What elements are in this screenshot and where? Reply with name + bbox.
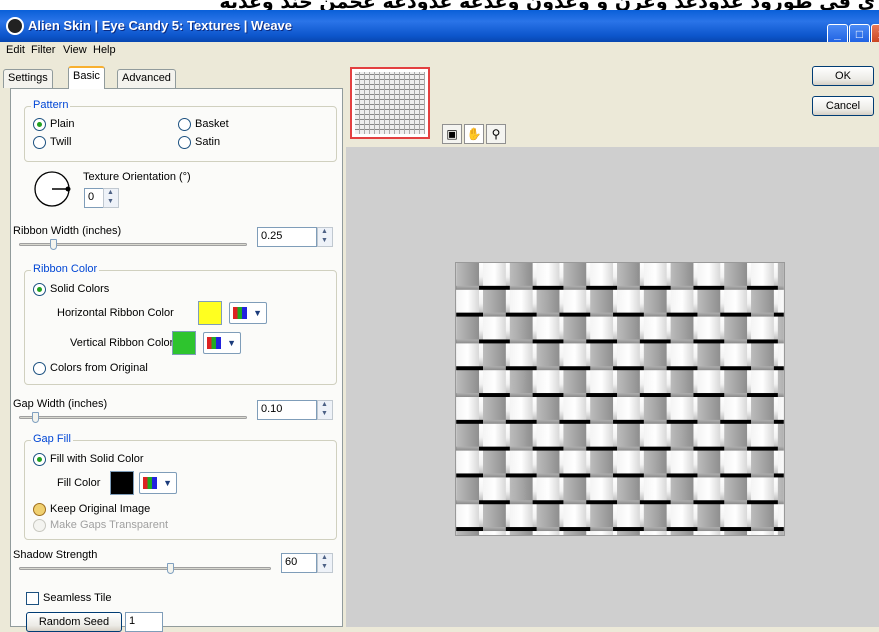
- fill-color-swatch[interactable]: [110, 471, 134, 495]
- shadow-strength-slider[interactable]: [19, 567, 271, 570]
- ribbon-color-group-label: Ribbon Color: [31, 263, 100, 275]
- gap-fill-group: Gap Fill Fill with Solid Color Fill Colo…: [24, 433, 337, 540]
- orientation-spinner[interactable]: [103, 188, 119, 208]
- shadow-strength-spinner[interactable]: [317, 553, 333, 573]
- ok-button[interactable]: OK: [812, 66, 874, 86]
- gap-width-slider[interactable]: [19, 416, 247, 419]
- palette-icon: [143, 477, 157, 489]
- vertical-color-picker-button[interactable]: ▼: [203, 332, 241, 354]
- chevron-down-icon: ▼: [227, 338, 236, 348]
- page-banner-text: ي في طورود عدودعد وعرن و وعدون وعدعه عدو…: [0, 0, 879, 10]
- menu-bar: Edit Filter View Help: [0, 42, 879, 60]
- pattern-twill-label: Twill: [50, 136, 72, 148]
- pattern-satin-radio[interactable]: [178, 136, 191, 149]
- window-title: Alien Skin | Eye Candy 5: Textures | Wea…: [28, 18, 293, 33]
- palette-icon: [233, 307, 247, 319]
- make-gaps-transparent-radio[interactable]: [33, 519, 46, 532]
- gap-width-label: Gap Width (inches): [13, 398, 108, 410]
- vertical-ribbon-color-label: Vertical Ribbon Color: [70, 337, 174, 349]
- preview-area: ▣ ✋ ⚲ OK Cancel: [346, 60, 879, 627]
- horizontal-ribbon-color-label: Horizontal Ribbon Color: [57, 307, 174, 319]
- gap-fill-group-label: Gap Fill: [31, 433, 73, 445]
- navigator-icon[interactable]: ▣: [442, 124, 462, 144]
- settings-panel: Settings Basic Advanced Pattern Plain Ba…: [0, 60, 346, 632]
- pattern-plain-label: Plain: [50, 118, 75, 130]
- chevron-down-icon: ▼: [253, 308, 262, 318]
- pattern-basket-label: Basket: [195, 118, 229, 130]
- horizontal-color-picker-button[interactable]: ▼: [229, 302, 267, 324]
- pattern-group: Pattern Plain Basket Twill Satin: [24, 99, 337, 162]
- random-seed-button[interactable]: Random Seed: [26, 612, 122, 632]
- ribbon-width-slider-thumb[interactable]: [50, 239, 58, 250]
- cancel-button[interactable]: Cancel: [812, 96, 874, 116]
- ribbon-width-spinner[interactable]: [317, 227, 333, 247]
- hand-icon[interactable]: ✋: [464, 124, 484, 144]
- tab-advanced[interactable]: Advanced: [117, 69, 176, 88]
- pattern-twill-radio[interactable]: [33, 136, 46, 149]
- preview-toolbar-area: ▣ ✋ ⚲ OK Cancel: [346, 60, 879, 147]
- pattern-satin-label: Satin: [195, 136, 221, 148]
- thumbnail-pattern: [355, 72, 425, 134]
- ribbon-width-label: Ribbon Width (inches): [13, 225, 122, 237]
- tab-settings[interactable]: Settings: [3, 69, 53, 88]
- tab-basic[interactable]: Basic: [68, 66, 105, 89]
- app-icon: [6, 17, 24, 35]
- chevron-down-icon: ▼: [163, 478, 172, 488]
- colors-from-original-label: Colors from Original: [50, 362, 148, 374]
- fill-color-label: Fill Color: [57, 477, 101, 489]
- vertical-ribbon-color-swatch[interactable]: [172, 331, 196, 355]
- gap-width-spinner[interactable]: [317, 400, 333, 420]
- orientation-dial[interactable]: [32, 169, 72, 209]
- shadow-strength-label: Shadow Strength: [13, 549, 98, 561]
- navigator-thumbnail[interactable]: [350, 67, 430, 139]
- menu-edit[interactable]: Edit: [6, 44, 25, 56]
- pattern-basket-radio[interactable]: [178, 118, 191, 131]
- seamless-tile-checkbox[interactable]: [26, 592, 39, 605]
- zoom-icon[interactable]: ⚲: [486, 124, 506, 144]
- ribbon-width-input[interactable]: 0.25: [257, 227, 317, 247]
- fill-solid-color-label: Fill with Solid Color: [50, 453, 144, 465]
- pattern-group-label: Pattern: [31, 99, 71, 111]
- keep-original-image-label: Keep Original Image: [50, 503, 151, 515]
- shadow-strength-input[interactable]: 60: [281, 553, 317, 573]
- orientation-label: Texture Orientation (°): [83, 171, 191, 183]
- keep-original-image-radio[interactable]: [33, 503, 46, 516]
- weave-preview-canvas[interactable]: [455, 262, 785, 536]
- basic-tab-page: Pattern Plain Basket Twill Satin Texture…: [10, 88, 343, 632]
- random-seed-input[interactable]: 1: [125, 612, 163, 632]
- pattern-plain-radio[interactable]: [33, 118, 46, 131]
- shadow-strength-slider-thumb[interactable]: [167, 563, 175, 574]
- solid-colors-radio[interactable]: [33, 283, 46, 296]
- seamless-tile-label: Seamless Tile: [43, 592, 112, 604]
- menu-filter[interactable]: Filter: [31, 44, 55, 56]
- horizontal-ribbon-color-swatch[interactable]: [198, 301, 222, 325]
- fill-color-picker-button[interactable]: ▼: [139, 472, 177, 494]
- menu-help[interactable]: Help: [93, 44, 116, 56]
- palette-icon: [207, 337, 221, 349]
- gap-width-input[interactable]: 0.10: [257, 400, 317, 420]
- gap-width-slider-thumb[interactable]: [31, 412, 39, 423]
- ribbon-color-group: Ribbon Color Solid Colors Horizontal Rib…: [24, 263, 337, 385]
- title-bar: Alien Skin | Eye Candy 5: Textures | Wea…: [0, 10, 879, 45]
- colors-from-original-radio[interactable]: [33, 362, 46, 375]
- fill-solid-color-radio[interactable]: [33, 453, 46, 466]
- make-gaps-transparent-label: Make Gaps Transparent: [50, 519, 169, 531]
- menu-view[interactable]: View: [63, 44, 87, 56]
- solid-colors-label: Solid Colors: [50, 283, 110, 295]
